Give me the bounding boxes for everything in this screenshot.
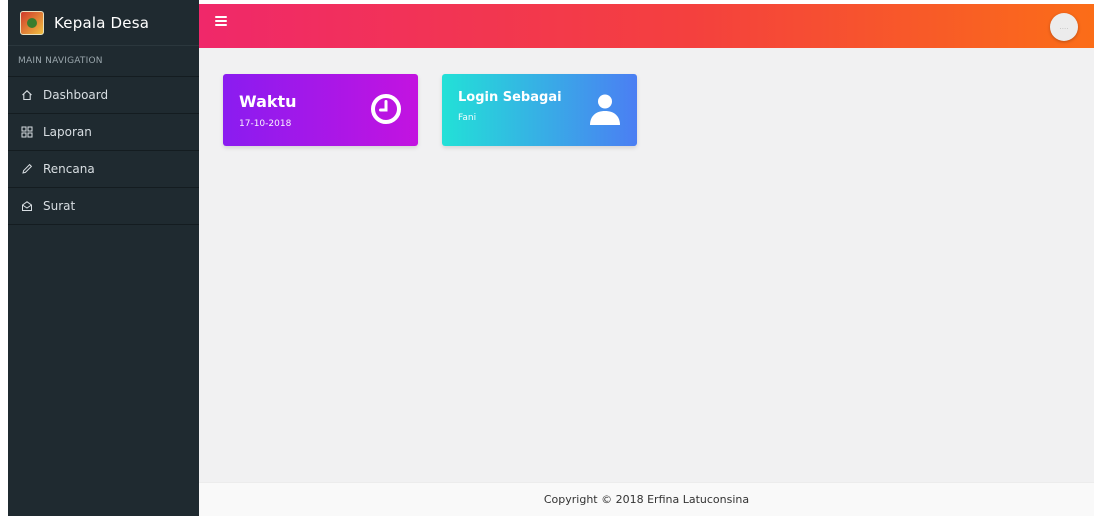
sidebar-item-dashboard[interactable]: Dashboard: [8, 77, 199, 114]
sidebar-item-laporan[interactable]: Laporan: [8, 114, 199, 151]
login-card: Login Sebagai Fani: [442, 74, 637, 146]
sidebar-item-label: Surat: [43, 199, 76, 213]
sidebar: Kepala Desa MAIN NAVIGATION Dashboard La…: [8, 0, 199, 516]
login-card-title: Login Sebagai: [458, 90, 562, 105]
sidebar-item-label: Rencana: [43, 162, 95, 176]
grid-icon: [21, 126, 33, 138]
home-icon: [21, 89, 33, 101]
pencil-icon: [21, 163, 33, 175]
nav-section-header: MAIN NAVIGATION: [8, 46, 199, 77]
brand-title: Kepala Desa: [54, 13, 150, 32]
sidebar-item-rencana[interactable]: Rencana: [8, 151, 199, 188]
mail-open-icon: [21, 200, 33, 212]
user-avatar[interactable]: ....: [1050, 13, 1078, 41]
clock-icon: [371, 94, 401, 124]
village-logo-icon: [20, 10, 44, 35]
login-card-username: Fani: [458, 113, 477, 123]
sidebar-item-surat[interactable]: Surat: [8, 188, 199, 225]
top-navbar: ....: [199, 0, 1094, 48]
hamburger-icon[interactable]: [215, 16, 227, 26]
time-card-date: 17-10-2018: [239, 119, 292, 129]
copyright-text: Copyright © 2018 Erfina Latuconsina: [543, 493, 750, 506]
avatar-label: ....: [1059, 23, 1069, 31]
page-footer: Copyright © 2018 Erfina Latuconsina: [199, 482, 1094, 516]
time-card-title: Waktu: [239, 92, 297, 111]
sidebar-item-label: Laporan: [43, 125, 92, 139]
main-content: Waktu 17-10-2018 Login Sebagai Fani: [199, 48, 1094, 482]
sidebar-item-label: Dashboard: [43, 88, 109, 102]
sidebar-brand[interactable]: Kepala Desa: [8, 0, 199, 46]
user-icon: [590, 94, 620, 125]
time-card: Waktu 17-10-2018: [223, 74, 418, 146]
